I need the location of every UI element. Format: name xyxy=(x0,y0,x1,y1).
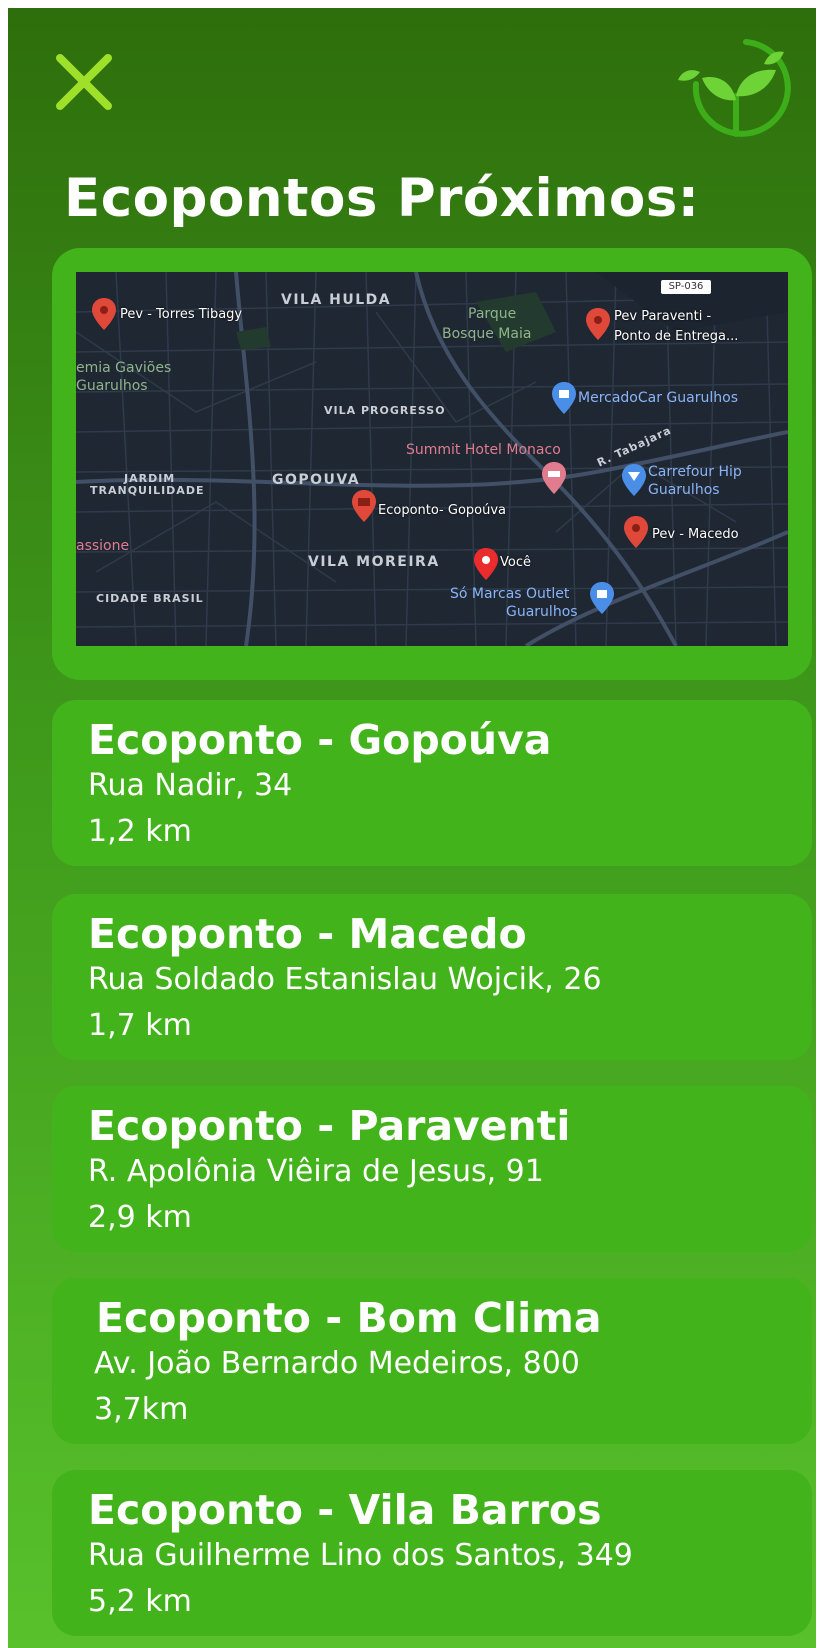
ecoponto-card[interactable]: Ecoponto - Bom Clima Av. João Bernardo M… xyxy=(52,1278,812,1444)
place-label-pev-torres: Pev - Torres Tibagy xyxy=(120,307,243,322)
ecoponto-name: Ecoponto - Bom Clima xyxy=(96,1294,602,1342)
map-pin-icon[interactable] xyxy=(624,516,648,548)
place-label-carrefour: Carrefour Hip xyxy=(648,464,742,480)
leaf-sprout-logo-icon xyxy=(678,39,791,137)
place-label-voce: Você xyxy=(500,555,531,570)
ecoponto-address: Av. João Bernardo Medeiros, 800 xyxy=(94,1346,580,1381)
place-label-pev-macedo: Pev - Macedo xyxy=(652,527,739,542)
app-screen: Ecopontos Próximos: SP-036 VILA HULDA VI… xyxy=(8,8,816,1648)
area-label-tranquilidade: TRANQUILIDADE xyxy=(90,484,205,497)
place-label-so-marcas: Só Marcas Outlet xyxy=(450,586,570,602)
ecoponto-distance: 1,2 km xyxy=(88,814,192,849)
area-label-vila-progresso: VILA PROGRESSO xyxy=(324,404,446,417)
shopping-pin-icon[interactable] xyxy=(590,582,614,614)
place-label-academia-guarulhos: Guarulhos xyxy=(76,378,148,394)
map-view[interactable]: SP-036 VILA HULDA VILA PROGRESSO GOPOUVA… xyxy=(76,272,788,646)
ecoponto-name: Ecoponto - Macedo xyxy=(88,910,527,958)
shopping-pin-icon[interactable] xyxy=(552,382,576,414)
place-label-assione: assione xyxy=(76,538,130,554)
ecoponto-card[interactable]: Ecoponto - Macedo Rua Soldado Estanislau… xyxy=(52,894,812,1060)
ecoponto-distance: 2,9 km xyxy=(88,1200,192,1235)
map-container: SP-036 VILA HULDA VILA PROGRESSO GOPOUVA… xyxy=(52,248,812,680)
place-label-bosque-maia: Bosque Maia xyxy=(442,326,532,342)
close-button[interactable] xyxy=(50,48,120,118)
ecoponto-address: R. Apolônia Viêira de Jesus, 91 xyxy=(88,1154,544,1189)
road-badge: SP-036 xyxy=(661,280,711,294)
map-pin-icon[interactable] xyxy=(586,308,610,340)
current-location-pin-icon[interactable] xyxy=(474,548,498,580)
hotel-pin-icon[interactable] xyxy=(542,462,566,494)
place-label-so-marcas-guarulhos: Guarulhos xyxy=(506,604,578,620)
ecoponto-card[interactable]: Ecoponto - Paraventi R. Apolônia Viêira … xyxy=(52,1086,812,1252)
ecoponto-address: Rua Soldado Estanislau Wojcik, 26 xyxy=(88,962,602,997)
place-label-summit-hotel: Summit Hotel Monaco xyxy=(406,442,561,458)
museum-pin-icon[interactable] xyxy=(352,490,376,522)
ecoponto-distance: 1,7 km xyxy=(88,1008,192,1043)
ecoponto-card[interactable]: Ecoponto - Gopoúva Rua Nadir, 34 1,2 km xyxy=(52,700,812,866)
place-label-ponto-entrega: Ponto de Entrega... xyxy=(614,329,739,344)
area-label-vila-moreira: VILA MOREIRA xyxy=(308,554,440,570)
ecoponto-name: Ecoponto - Vila Barros xyxy=(88,1486,602,1534)
ecoponto-address: Rua Guilherme Lino dos Santos, 349 xyxy=(88,1538,633,1573)
map-pin-icon[interactable] xyxy=(92,298,116,330)
place-label-pev-paraventi: Pev Paraventi - xyxy=(614,309,712,324)
ecoponto-card[interactable]: Ecoponto - Vila Barros Rua Guilherme Lin… xyxy=(52,1470,812,1636)
shopping-cart-pin-icon[interactable] xyxy=(622,464,646,496)
area-label-cidade-brasil: CIDADE BRASIL xyxy=(96,592,204,605)
ecoponto-distance: 3,7km xyxy=(94,1392,189,1427)
place-label-mercadocar: MercadoCar Guarulhos xyxy=(578,390,738,406)
ecoponto-distance: 5,2 km xyxy=(88,1584,192,1619)
area-label-gopouva: GOPOUVA xyxy=(272,472,361,488)
app-logo xyxy=(666,34,796,144)
ecoponto-name: Ecoponto - Paraventi xyxy=(88,1102,571,1150)
area-label-vila-hulda: VILA HULDA xyxy=(281,292,392,308)
place-label-ecoponto-gopouva: Ecoponto- Gopoúva xyxy=(378,503,507,518)
page-title: Ecopontos Próximos: xyxy=(64,168,700,229)
place-label-carrefour-guarulhos: Guarulhos xyxy=(648,482,720,498)
ecoponto-name: Ecoponto - Gopoúva xyxy=(88,716,552,764)
place-label-academia: emia Gaviões xyxy=(76,360,172,376)
close-x-icon xyxy=(56,54,112,110)
place-label-parque: Parque xyxy=(468,306,517,322)
ecoponto-address: Rua Nadir, 34 xyxy=(88,768,293,803)
